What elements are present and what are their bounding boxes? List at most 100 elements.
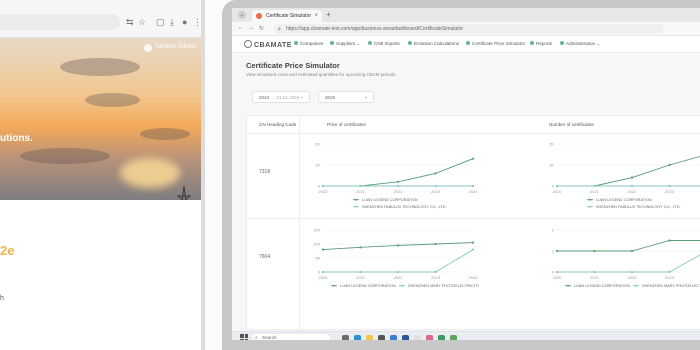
outlook-icon[interactable] bbox=[390, 334, 397, 340]
legend-label: SHENZHEN MARY PHOTOELECTRICITY bbox=[408, 284, 479, 288]
x-tick-label: 2023 bbox=[431, 189, 441, 194]
x-tick-label: 2021 bbox=[590, 275, 600, 280]
legend-marker bbox=[589, 198, 591, 201]
app-logo[interactable]: CBAMATE bbox=[244, 40, 292, 49]
more-icon[interactable]: ⋮ bbox=[193, 17, 202, 27]
x-tick-label: 2022 bbox=[394, 189, 404, 194]
hero-heading: utions. bbox=[0, 133, 33, 144]
task-view-icon[interactable] bbox=[342, 334, 349, 340]
nav-cn8-imports[interactable]: CN8 Imports bbox=[368, 41, 400, 46]
search-icon: ⌕ bbox=[255, 335, 258, 340]
line-chart: 0 50 100 150 2020 2021 2022 2023 2024 LUAN LEGEND… bbox=[313, 228, 479, 289]
data-point bbox=[434, 184, 437, 188]
new-tab-button[interactable]: + bbox=[326, 10, 331, 19]
legend-marker bbox=[635, 284, 637, 287]
right-screen: ⌄ Certificate Simulator × + ← → ↻ 🔒︎ htt… bbox=[232, 8, 700, 340]
url-text: https://app.cbamate-test.com/app/busines… bbox=[286, 26, 464, 32]
y-tick-label: 0 bbox=[552, 270, 555, 275]
translate-icon[interactable]: ⇆ bbox=[126, 17, 134, 27]
legend-label: SHENZHEN FABULUX TECHNOLOGY CO., LTD. bbox=[596, 205, 681, 209]
store-icon[interactable] bbox=[378, 334, 385, 340]
data-point bbox=[630, 176, 634, 179]
header-count: Number of certificates bbox=[549, 122, 594, 127]
data-point bbox=[668, 184, 671, 188]
taskbar-search[interactable]: ⌕ Search bbox=[252, 334, 330, 340]
logo-icon bbox=[244, 40, 252, 48]
nav-companies[interactable]: Companies bbox=[294, 41, 323, 46]
close-tab-icon[interactable]: × bbox=[314, 10, 318, 22]
explorer-icon[interactable] bbox=[366, 334, 373, 340]
profile-icon[interactable]: ● bbox=[182, 17, 187, 27]
nav-administration[interactable]: Administration ⌄ bbox=[560, 41, 600, 47]
extension-icon[interactable]: ▢ bbox=[156, 17, 165, 27]
y-tick-label: 2K bbox=[315, 142, 320, 147]
data-point bbox=[630, 249, 634, 253]
header-price: Price of certificates bbox=[327, 122, 366, 127]
data-point bbox=[434, 242, 437, 246]
legend-label: LUAN LEGEND CORPORATION bbox=[596, 198, 652, 202]
back-icon[interactable]: ← bbox=[238, 25, 244, 31]
x-tick-label: 2021 bbox=[590, 189, 600, 194]
chevron-down-icon: ⌄ bbox=[363, 94, 368, 100]
y-tick-label: 1K bbox=[549, 163, 554, 168]
forward-icon[interactable]: → bbox=[248, 25, 254, 31]
taskbar: ⌕ Search bbox=[232, 331, 700, 340]
line-chart: 01K2K20202021202220232024LUAN LEGEND COR… bbox=[315, 142, 478, 210]
left-hero-image: utions. bbox=[0, 38, 201, 200]
y-tick-label: 0 bbox=[318, 184, 321, 189]
data-point bbox=[630, 270, 634, 274]
y-tick-label: 2K bbox=[549, 142, 554, 147]
browser-tab[interactable]: Certificate Simulator × bbox=[252, 10, 322, 22]
nav-suppliers[interactable]: Suppliers ⌄ bbox=[330, 41, 360, 47]
contact-link[interactable]: Tandem Adress bbox=[155, 44, 196, 50]
download-icon[interactable]: ⤓ bbox=[170, 17, 174, 27]
data-point bbox=[471, 184, 475, 188]
star-icon[interactable]: ☆ bbox=[138, 17, 146, 27]
left-address-bar[interactable] bbox=[0, 14, 120, 30]
data-point bbox=[396, 180, 400, 183]
legend-label: LUAN LEGEND CORPORATION bbox=[574, 284, 630, 288]
data-point bbox=[555, 249, 559, 253]
year-select[interactable]: 2026 ⌄ bbox=[318, 91, 374, 103]
y-tick-label: 1K bbox=[315, 163, 320, 168]
teams-icon[interactable] bbox=[450, 334, 457, 340]
y-tick-label: 0 bbox=[552, 184, 555, 189]
word-icon[interactable] bbox=[402, 334, 409, 340]
data-point bbox=[321, 270, 325, 274]
data-point bbox=[359, 270, 362, 274]
excel-icon[interactable] bbox=[438, 334, 445, 340]
x-tick-label: 2023 bbox=[665, 275, 675, 280]
line-chart: 01220202021202220232024LUAN LEGEND CORPO… bbox=[552, 228, 700, 288]
lock-icon: 🔒︎ bbox=[278, 26, 281, 32]
page-content: Certificate Price Simulator View simulat… bbox=[232, 53, 700, 331]
date-range-select[interactable]: 2024 → 01.01.2024 ⌄ bbox=[252, 91, 310, 103]
data-point bbox=[396, 270, 400, 274]
page-subtitle: View simulated costs and estimated quant… bbox=[246, 72, 396, 77]
legend-label: SHENZHEN MARY PHOTOELECTRICITY bbox=[642, 284, 700, 288]
simulator-table: CN Heading Code Price of certificates Nu… bbox=[246, 115, 700, 331]
app-icon[interactable] bbox=[426, 334, 433, 340]
url-input[interactable]: 🔒︎ https://app.cbamate-test.com/app/busi… bbox=[274, 24, 664, 34]
x-tick-label: 2020 bbox=[319, 275, 329, 280]
left-content bbox=[0, 200, 201, 350]
chevron-down-icon: ⌄ bbox=[299, 94, 304, 100]
windows-start-icon[interactable] bbox=[240, 334, 248, 340]
chrome-icon[interactable] bbox=[414, 334, 421, 340]
page-title: Certificate Price Simulator bbox=[246, 61, 340, 70]
left-laptop: ⇆ ☆ ▢ ⤓ ● ⋮ utions. Tandem Adress 2e h bbox=[0, 0, 205, 350]
line-chart: 01K2K20202021202220232024LUAN LEGEND COR… bbox=[549, 142, 700, 209]
nav-reports[interactable]: Reports bbox=[530, 41, 552, 46]
reload-icon[interactable]: ↻ bbox=[259, 25, 264, 32]
data-point bbox=[668, 270, 671, 274]
app-navbar: CBAMATE Companies Suppliers ⌄ CN8 Import… bbox=[232, 36, 700, 53]
legend-marker bbox=[567, 284, 569, 287]
nav-emission-calculations[interactable]: Emission Calculations bbox=[408, 41, 459, 46]
x-tick-label: 2022 bbox=[628, 189, 638, 194]
edge-icon[interactable] bbox=[354, 334, 361, 340]
data-point bbox=[396, 244, 400, 247]
nav-certificate-price-simulator[interactable]: Certificate Price Simulator bbox=[466, 41, 525, 46]
tab-menu-icon[interactable]: ⌄ bbox=[238, 11, 246, 19]
data-point bbox=[471, 248, 475, 251]
data-point bbox=[359, 184, 362, 188]
tab-title: Certificate Simulator bbox=[266, 13, 312, 19]
